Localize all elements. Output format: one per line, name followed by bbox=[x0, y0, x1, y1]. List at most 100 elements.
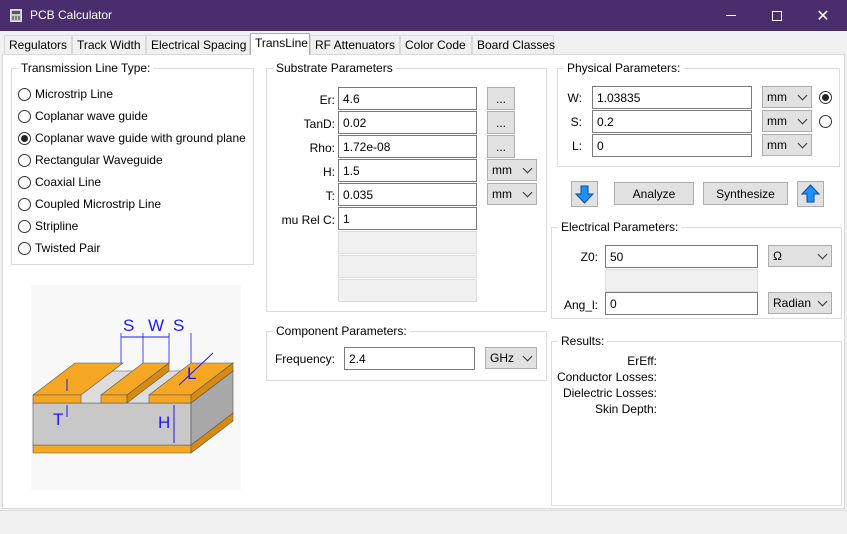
s-unit-select[interactable]: mm bbox=[762, 110, 812, 132]
l-unit-value: mm bbox=[767, 138, 787, 152]
radio-coplanar-ground[interactable]: Coplanar wave guide with ground plane bbox=[18, 128, 246, 148]
z0-unit-select[interactable]: Ω bbox=[768, 245, 832, 267]
minimize-button[interactable] bbox=[708, 0, 754, 31]
title-bar: PCB Calculator ✕ bbox=[0, 0, 847, 31]
h-input[interactable]: 1.5 bbox=[338, 159, 477, 182]
substrate-label: Substrate Parameters bbox=[273, 61, 396, 75]
frequency-unit-select[interactable]: GHz bbox=[485, 347, 537, 369]
disabled-input-1 bbox=[338, 231, 477, 254]
disabled-electrical-input bbox=[605, 269, 758, 292]
radio-label: Microstrip Line bbox=[35, 87, 114, 101]
result-skin-depth-label: Skin Depth: bbox=[594, 402, 657, 416]
er-browse-button[interactable]: ... bbox=[487, 87, 515, 110]
close-button[interactable]: ✕ bbox=[800, 0, 846, 31]
murel-label: mu Rel C: bbox=[281, 213, 335, 227]
radio-label: Coaxial Line bbox=[35, 175, 102, 189]
calculator-icon bbox=[10, 9, 22, 22]
tab-electrical-spacing[interactable]: Electrical Spacing bbox=[146, 35, 250, 55]
results-group: Results: ErEff: Conductor Losses: Dielec… bbox=[551, 334, 842, 506]
z0-label: Z0: bbox=[580, 250, 598, 264]
disabled-input-2 bbox=[338, 255, 477, 278]
rho-label: Rho: bbox=[309, 141, 335, 155]
ang-unit-value: Radian bbox=[773, 296, 812, 310]
w-target-radio[interactable] bbox=[819, 91, 832, 104]
synthesize-arrow-button[interactable] bbox=[797, 181, 824, 207]
maximize-button[interactable] bbox=[754, 0, 800, 31]
w-input[interactable]: 1.03835 bbox=[592, 86, 752, 109]
dim-l-label: L bbox=[187, 364, 196, 383]
tab-color-code[interactable]: Color Code bbox=[400, 35, 472, 55]
frequency-input[interactable]: 2.4 bbox=[344, 347, 475, 370]
er-input[interactable]: 4.6 bbox=[338, 87, 477, 110]
tab-regulators[interactable]: Regulators bbox=[4, 35, 72, 55]
chevron-down-icon bbox=[817, 296, 828, 307]
synthesize-button[interactable]: Synthesize bbox=[703, 182, 788, 205]
h-unit-select[interactable]: mm bbox=[487, 159, 537, 181]
z0-input[interactable]: 50 bbox=[605, 245, 758, 268]
s-input[interactable]: 0.2 bbox=[592, 110, 752, 133]
dim-t-label: T bbox=[53, 410, 63, 429]
chevron-down-icon bbox=[817, 249, 828, 260]
analyze-button[interactable]: Analyze bbox=[614, 182, 694, 205]
w-unit-value: mm bbox=[767, 90, 787, 104]
radio-indicator bbox=[18, 219, 31, 233]
tab-track-width[interactable]: Track Width bbox=[72, 35, 146, 55]
l-unit-select[interactable]: mm bbox=[762, 134, 812, 156]
s-target-radio[interactable] bbox=[819, 115, 832, 128]
t-input[interactable]: 0.035 bbox=[338, 183, 477, 206]
result-ereff-label: ErEff: bbox=[627, 354, 657, 368]
tand-browse-button[interactable]: ... bbox=[487, 111, 515, 134]
tab-board-classes[interactable]: Board Classes bbox=[472, 35, 555, 55]
line-type-label: Transmission Line Type: bbox=[18, 61, 154, 75]
analyze-arrow-button[interactable] bbox=[571, 181, 598, 207]
electrical-label: Electrical Parameters: bbox=[558, 220, 682, 234]
tab-transline[interactable]: TransLine bbox=[250, 33, 310, 55]
radio-label: Coplanar wave guide with ground plane bbox=[35, 131, 246, 145]
s-label: S: bbox=[570, 115, 582, 129]
dim-s2-label: S bbox=[173, 316, 184, 335]
w-unit-select[interactable]: mm bbox=[762, 86, 812, 108]
radio-rect-waveguide[interactable]: Rectangular Waveguide bbox=[18, 150, 163, 170]
ang-input[interactable]: 0 bbox=[605, 292, 758, 315]
radio-indicator bbox=[18, 131, 31, 145]
window-title: PCB Calculator bbox=[30, 8, 113, 22]
physical-label: Physical Parameters: bbox=[564, 61, 684, 75]
radio-indicator bbox=[18, 241, 31, 255]
radio-indicator bbox=[18, 175, 31, 189]
rho-input[interactable]: 1.72e-08 bbox=[338, 135, 477, 158]
tab-rf-attenuators[interactable]: RF Attenuators bbox=[310, 35, 400, 55]
minimize-icon bbox=[726, 15, 736, 16]
dim-h-label: H bbox=[158, 413, 170, 432]
radio-coupled-microstrip[interactable]: Coupled Microstrip Line bbox=[18, 194, 161, 214]
component-group: Component Parameters: Frequency: 2.4 GHz bbox=[266, 324, 547, 381]
t-unit-select[interactable]: mm bbox=[487, 183, 537, 205]
ang-unit-select[interactable]: Radian bbox=[768, 292, 832, 314]
radio-coaxial[interactable]: Coaxial Line bbox=[18, 172, 101, 192]
radio-coplanar[interactable]: Coplanar wave guide bbox=[18, 106, 148, 126]
l-input[interactable]: 0 bbox=[592, 134, 752, 157]
chevron-down-icon bbox=[797, 114, 808, 125]
radio-stripline[interactable]: Stripline bbox=[18, 216, 78, 236]
tand-input[interactable]: 0.02 bbox=[338, 111, 477, 134]
w-label: W: bbox=[567, 91, 582, 105]
radio-label: Stripline bbox=[35, 219, 79, 233]
t-label: T: bbox=[325, 189, 335, 203]
radio-indicator bbox=[18, 153, 31, 167]
result-conductor-losses-label: Conductor Losses: bbox=[556, 370, 657, 384]
results-label: Results: bbox=[558, 334, 608, 348]
tand-label: TanD: bbox=[303, 117, 335, 131]
radio-label: Rectangular Waveguide bbox=[35, 153, 163, 167]
chevron-down-icon bbox=[797, 90, 808, 101]
radio-indicator bbox=[18, 109, 31, 123]
maximize-icon bbox=[772, 10, 782, 21]
radio-twisted-pair[interactable]: Twisted Pair bbox=[18, 238, 100, 258]
rho-browse-button[interactable]: ... bbox=[487, 135, 515, 158]
chevron-down-icon bbox=[797, 138, 808, 149]
l-label: L: bbox=[571, 139, 582, 153]
status-bar bbox=[0, 510, 847, 534]
radio-microstrip[interactable]: Microstrip Line bbox=[18, 84, 113, 104]
physical-group: Physical Parameters: W: 1.03835 mm S: 0.… bbox=[557, 61, 840, 167]
arrow-up-icon bbox=[800, 184, 821, 203]
murel-input[interactable]: 1 bbox=[338, 207, 477, 230]
coplanar-waveguide-diagram: S W S L T H bbox=[31, 285, 241, 490]
